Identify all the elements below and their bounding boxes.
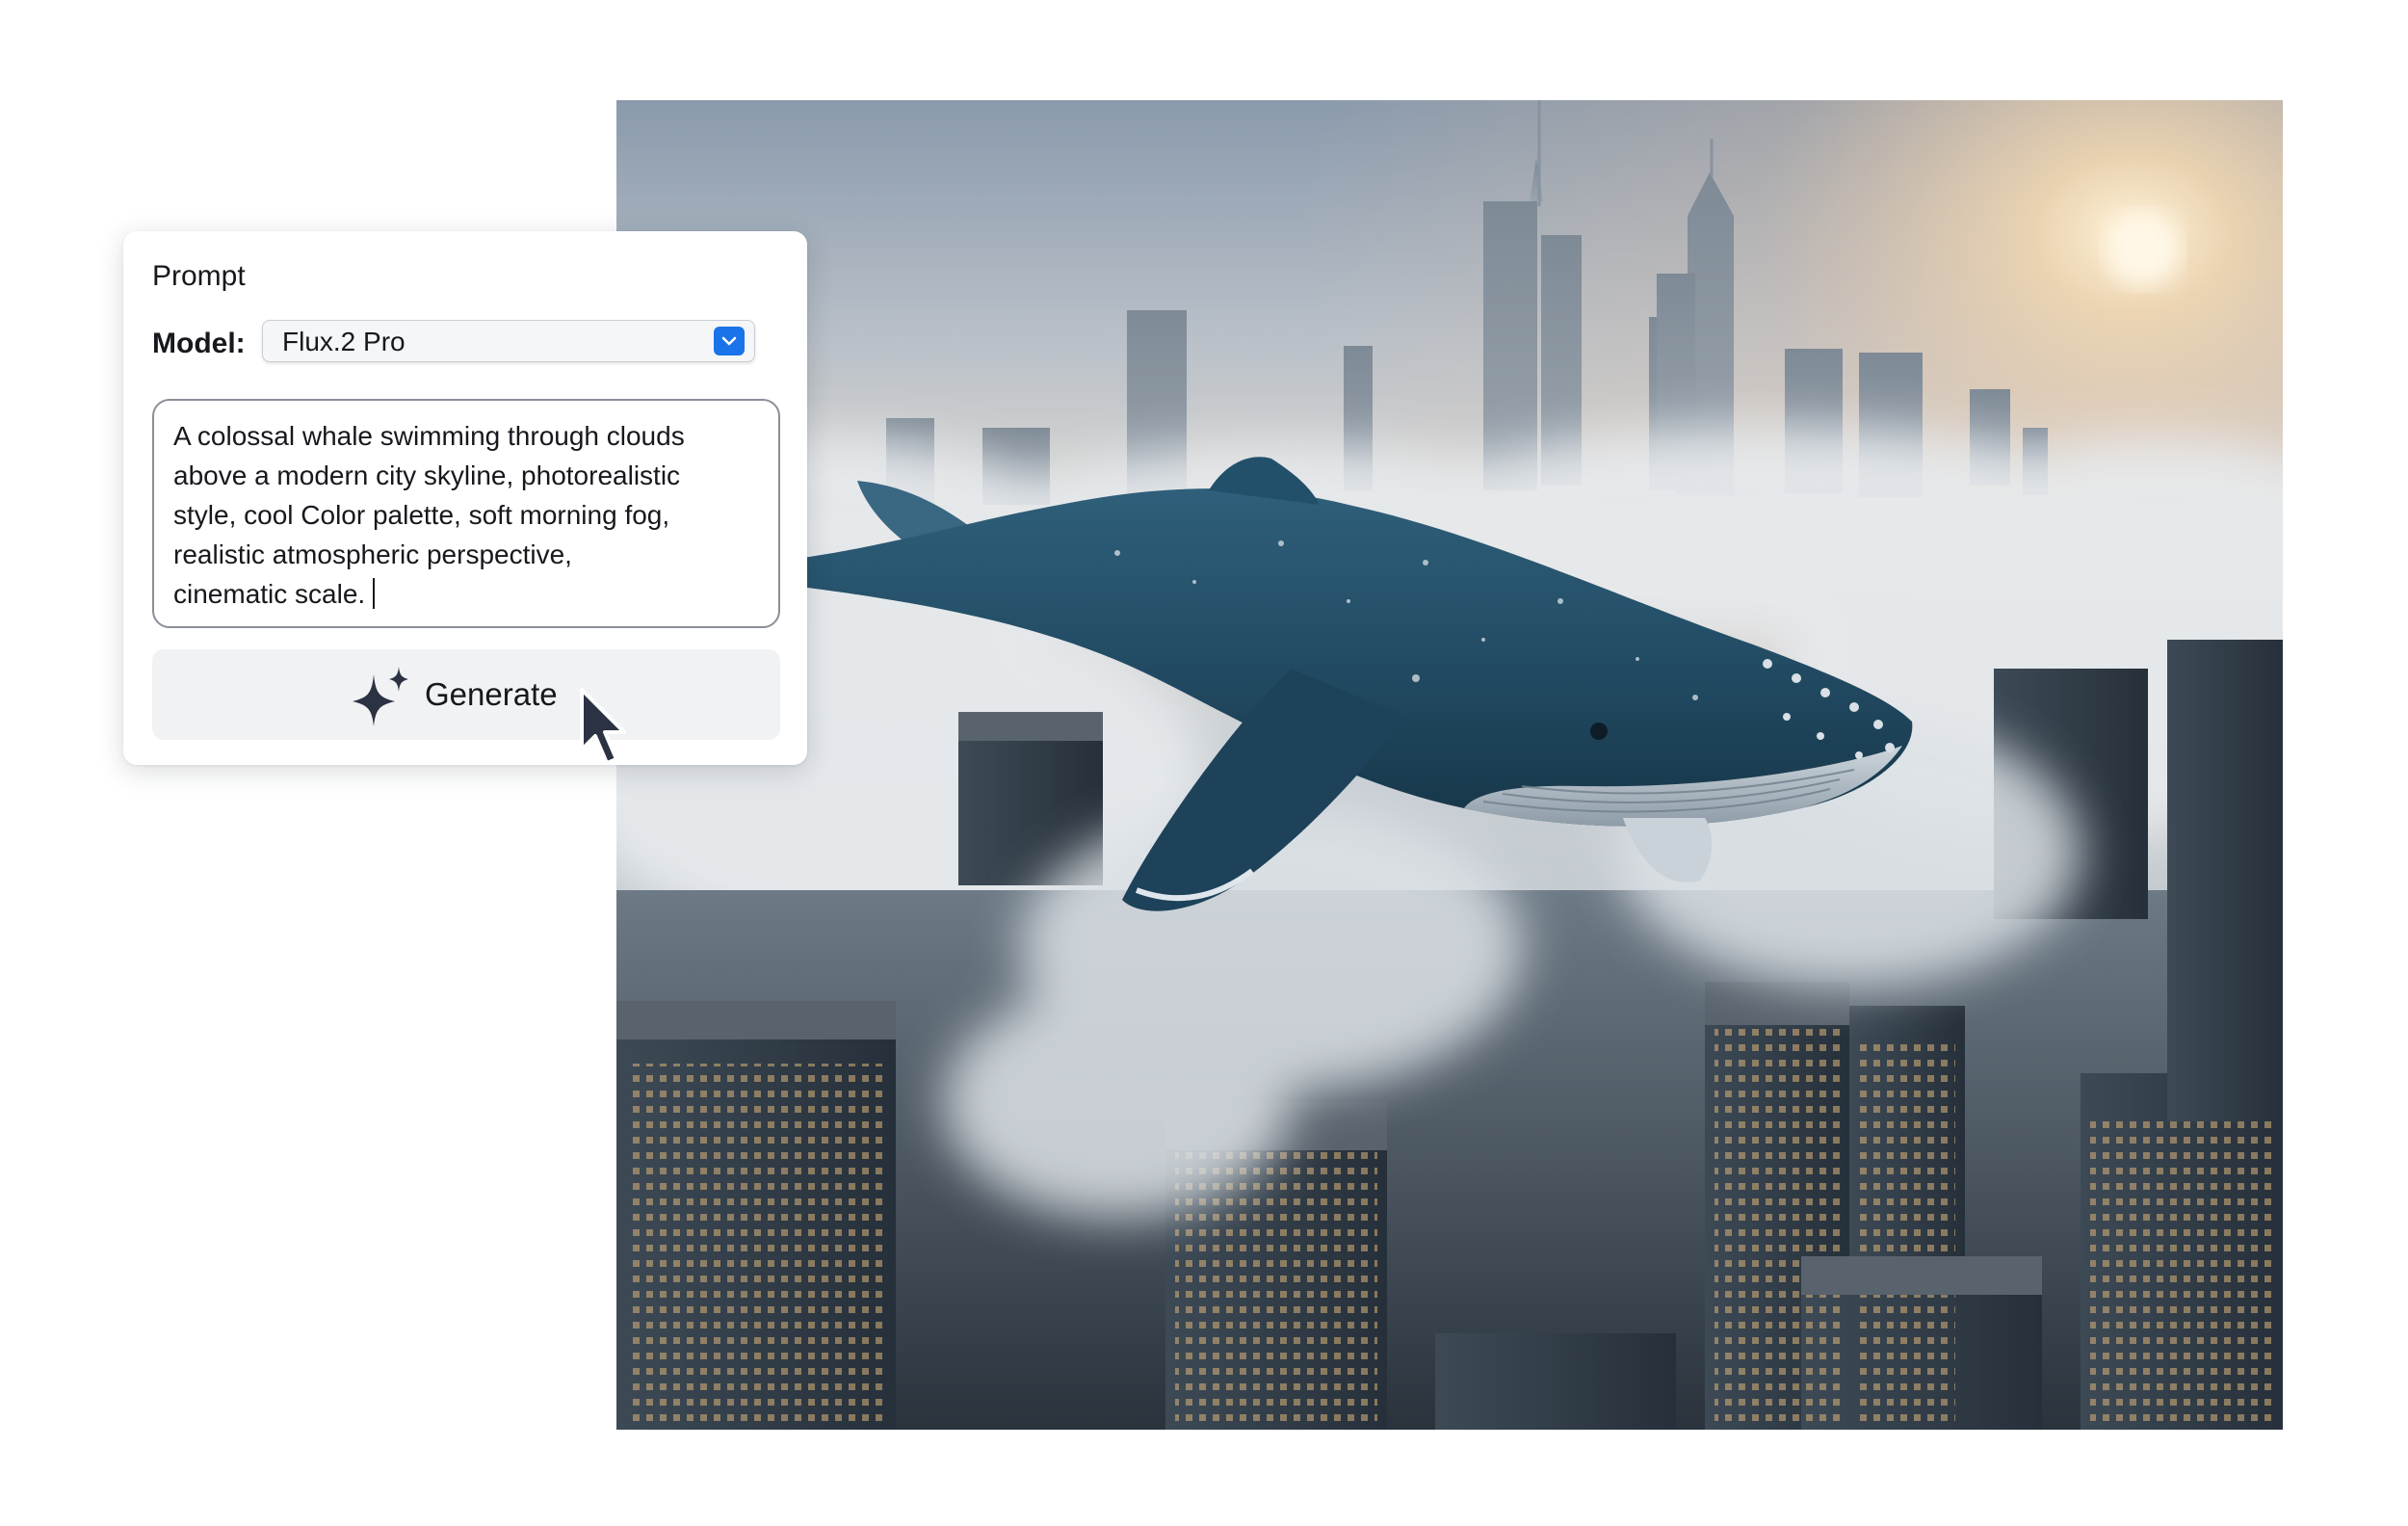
generate-button[interactable]: Generate [152, 649, 780, 740]
text-caret [373, 578, 376, 609]
model-label: Model: [152, 328, 246, 359]
prompt-panel: Prompt Model: Flux.2 Pro A colossal whal… [123, 231, 807, 765]
sparkle-icon [353, 667, 408, 726]
mouse-pointer-icon [580, 688, 626, 765]
model-select-value: Flux.2 Pro [282, 327, 406, 356]
generated-image [616, 100, 2283, 1430]
panel-title: Prompt [152, 260, 246, 292]
prompt-text: A colossal whale swimming through clouds… [173, 421, 685, 609]
model-select[interactable]: Flux.2 Pro [262, 320, 755, 362]
whale-over-city-photo [616, 100, 2283, 1430]
chevron-down-icon[interactable] [714, 327, 745, 355]
prompt-textarea[interactable]: A colossal whale swimming through clouds… [152, 399, 780, 628]
generate-label: Generate [425, 676, 558, 712]
